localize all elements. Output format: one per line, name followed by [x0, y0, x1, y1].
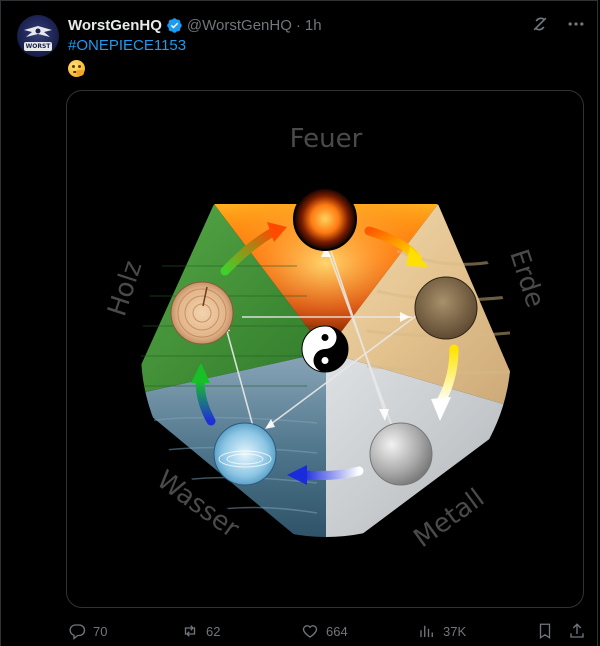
share-icon [570, 623, 584, 638]
views-button[interactable]: 37K [418, 622, 466, 640]
tweet-image[interactable]: Feuer Erde Metall Wasser Holz [66, 90, 584, 608]
repost-count: 62 [206, 623, 221, 639]
display-name[interactable]: WorstGenHQ [68, 17, 162, 34]
grok-icon[interactable] [530, 14, 550, 34]
label-earth: Erde [503, 246, 550, 312]
divider [597, 0, 598, 646]
divider [0, 0, 1, 646]
wood-orb [170, 281, 234, 345]
thinking-face-emoji-icon [68, 60, 85, 77]
timestamp[interactable]: 1h [305, 17, 322, 34]
repost-button[interactable]: 62 [181, 622, 220, 640]
like-count: 664 [326, 623, 348, 639]
heart-icon [302, 625, 318, 638]
view-count: 37K [443, 623, 467, 639]
verified-badge-icon[interactable] [166, 17, 183, 34]
bookmark-button[interactable] [536, 622, 554, 640]
more-options-icon[interactable] [566, 14, 586, 34]
header-actions [530, 14, 586, 34]
label-wood: Holz [102, 257, 148, 320]
metal-orb [369, 422, 433, 486]
repost-icon [184, 625, 196, 637]
like-button[interactable]: 664 [301, 622, 348, 640]
handle[interactable]: @WorstGenHQ [187, 17, 292, 34]
share-button[interactable] [568, 622, 586, 640]
separator: · [295, 16, 301, 34]
tweet-actions: 70 62 664 37K [68, 622, 588, 640]
divider [0, 0, 598, 1]
five-elements-diagram: Feuer Erde Metall Wasser Holz [102, 124, 550, 554]
fire-orb [293, 187, 357, 251]
avatar-label: WORST [24, 42, 52, 51]
avatar[interactable]: WORST [17, 15, 59, 57]
logo-icon [24, 26, 52, 37]
reply-button[interactable]: 70 [68, 622, 107, 640]
label-metal: Metall [409, 483, 491, 554]
reply-icon [69, 624, 86, 640]
tweet-header: WorstGenHQ @WorstGenHQ · 1h [68, 14, 322, 36]
analytics-icon [420, 625, 433, 637]
tweet[interactable]: WORST WorstGenHQ @WorstGenHQ · 1h #ONEPI… [0, 0, 600, 646]
reply-count: 70 [93, 623, 108, 639]
bookmark-icon [539, 623, 551, 640]
hashtag-link[interactable]: #ONEPIECE1153 [68, 37, 186, 54]
arrow-metal-water [298, 466, 364, 480]
label-fire: Feuer [290, 124, 363, 154]
earth-orb [414, 276, 478, 340]
